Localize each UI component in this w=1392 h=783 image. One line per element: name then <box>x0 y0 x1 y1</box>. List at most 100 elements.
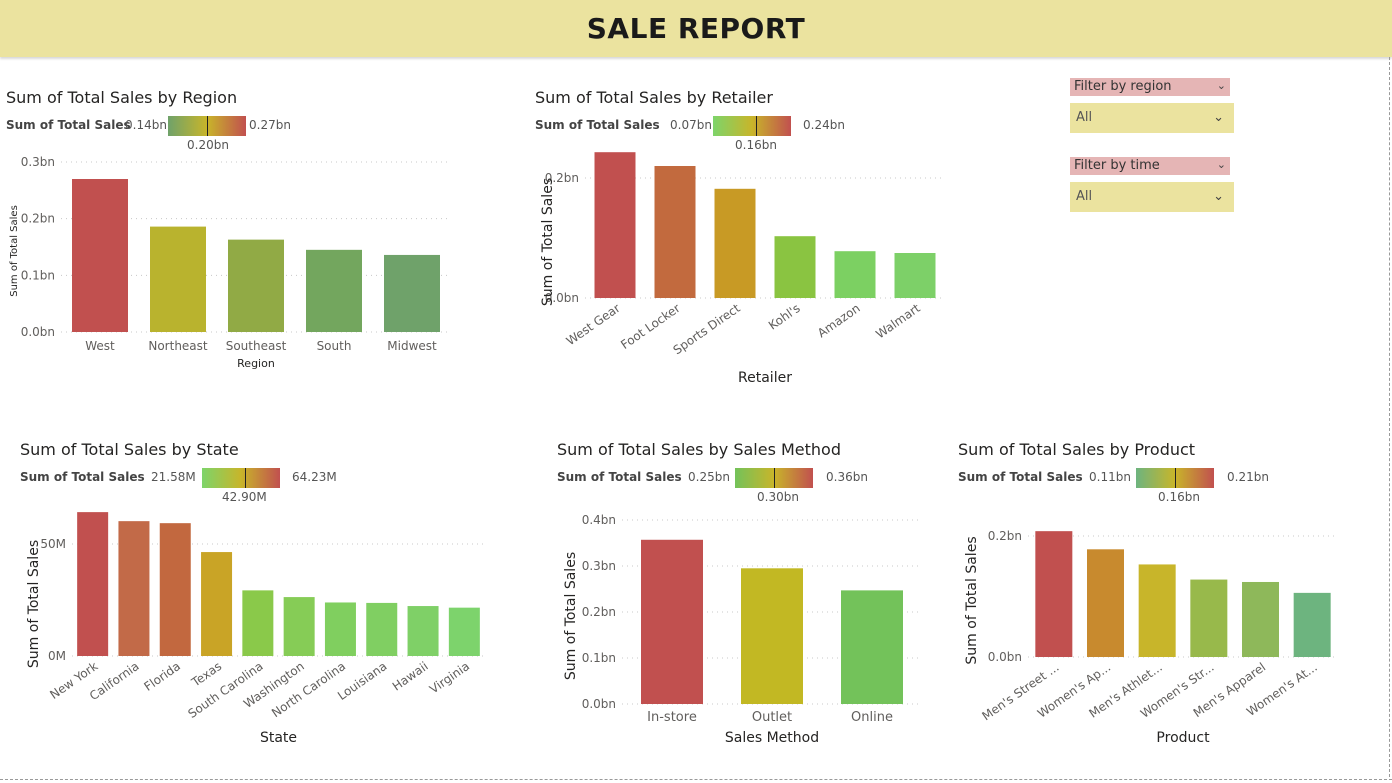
state-legend-mid-marker <box>244 468 246 488</box>
region-legend-label: Sum of Total Sales <box>6 118 131 132</box>
state-x-tick-label: Virginia <box>427 659 472 696</box>
product-sales-chart[interactable]: Sum of Total Sales by Product Sum of Tot… <box>958 440 1358 760</box>
product-y-axis-title: Sum of Total Sales <box>964 536 980 664</box>
state-legend-mid: 42.90M <box>222 490 267 504</box>
retailer-legend-max: 0.24bn <box>803 118 845 132</box>
product-x-axis-title: Product <box>1156 730 1210 746</box>
method-legend-mid: 0.30bn <box>757 490 799 504</box>
time-filter[interactable]: Filter by time ⌄ All ⌄ <box>1070 157 1234 213</box>
retailer-x-tick-label: Amazon <box>815 301 863 340</box>
product-chart-title: Sum of Total Sales by Product <box>958 440 1196 459</box>
region-legend-min: 0.14bn <box>125 118 167 132</box>
retailer-legend-gradient <box>713 116 791 136</box>
retailer-x-tick-label: Kohl's <box>766 301 803 333</box>
region-bar[interactable] <box>72 179 128 332</box>
method-legend-max: 0.36bn <box>826 470 868 484</box>
state-y-tick-label: 0M <box>48 649 66 663</box>
retailer-bar[interactable] <box>714 188 756 298</box>
region-legend-max: 0.27bn <box>249 118 291 132</box>
region-bar[interactable] <box>228 239 284 332</box>
product-chart-plot: 0.0bn0.2bnSum of Total SalesMen's Street… <box>964 529 1338 746</box>
chevron-down-icon[interactable]: ⌄ <box>1213 103 1224 133</box>
time-filter-label: Filter by time <box>1074 158 1160 173</box>
region-y-tick-label: 0.2bn <box>21 212 55 226</box>
region-x-tick-label: West <box>85 339 115 353</box>
state-x-tick-label: Hawaii <box>390 659 431 694</box>
method-bar[interactable] <box>841 590 903 704</box>
product-bar[interactable] <box>1190 579 1228 657</box>
region-sales-chart[interactable]: Sum of Total Sales by Region Sum of Tota… <box>6 88 486 388</box>
retailer-x-tick-label: Sports Direct <box>671 301 743 357</box>
method-bar[interactable] <box>641 539 703 704</box>
product-legend-min: 0.11bn <box>1089 470 1131 484</box>
product-bar[interactable] <box>1087 549 1124 657</box>
retailer-legend-label: Sum of Total Sales <box>535 118 660 132</box>
state-legend-min: 21.58M <box>151 470 196 484</box>
state-bar[interactable] <box>118 521 150 656</box>
method-bar[interactable] <box>741 568 803 704</box>
state-y-tick-label: 50M <box>40 537 66 551</box>
state-bar[interactable] <box>159 523 191 656</box>
retailer-x-tick-label: Walmart <box>873 301 923 342</box>
region-x-axis-title: Region <box>237 357 275 370</box>
region-filter-dropdown[interactable]: All ⌄ <box>1070 103 1234 133</box>
region-filter-header[interactable]: Filter by region ⌄ <box>1070 78 1230 96</box>
chevron-down-icon[interactable]: ⌄ <box>1217 156 1226 174</box>
method-chart-title: Sum of Total Sales by Sales Method <box>557 440 841 459</box>
chevron-down-icon[interactable]: ⌄ <box>1213 182 1224 212</box>
retailer-bar[interactable] <box>774 236 816 298</box>
state-legend-gradient <box>202 468 280 488</box>
state-legend-max: 64.23M <box>292 470 337 484</box>
state-bar[interactable] <box>448 607 480 656</box>
region-legend-mid-marker <box>207 116 208 136</box>
time-filter-value: All <box>1076 189 1093 204</box>
state-legend-label: Sum of Total Sales <box>20 470 145 484</box>
state-bar[interactable] <box>324 602 356 656</box>
state-bar[interactable] <box>242 590 274 656</box>
retailer-legend-mid-marker <box>755 116 757 136</box>
product-bar[interactable] <box>1035 531 1073 657</box>
region-x-tick-label: Northeast <box>148 339 208 353</box>
region-x-tick-label: Southeast <box>226 339 287 353</box>
method-x-tick-label: Outlet <box>752 710 792 725</box>
chevron-down-icon[interactable]: ⌄ <box>1217 77 1226 95</box>
state-sales-chart[interactable]: Sum of Total Sales by State Sum of Total… <box>20 440 500 760</box>
sales-method-chart[interactable]: Sum of Total Sales by Sales Method Sum o… <box>557 440 937 760</box>
retailer-bar[interactable] <box>654 166 696 298</box>
method-y-tick-label: 0.4bn <box>582 513 616 527</box>
state-bar[interactable] <box>201 552 233 656</box>
state-chart-plot: 0M50MSum of Total SalesNew YorkCaliforni… <box>26 512 485 746</box>
method-x-tick-label: Online <box>851 710 893 725</box>
retailer-x-axis-title: Retailer <box>738 370 792 386</box>
product-bar[interactable] <box>1242 581 1279 657</box>
region-legend-mid: 0.20bn <box>187 138 229 152</box>
region-y-tick-label: 0.0bn <box>21 325 55 339</box>
method-legend-label: Sum of Total Sales <box>557 470 682 484</box>
region-bar[interactable] <box>384 254 440 332</box>
state-x-tick-label: Florida <box>141 659 182 694</box>
method-y-tick-label: 0.3bn <box>582 559 616 573</box>
retailer-x-tick-label: West Gear <box>564 301 623 348</box>
state-x-axis-title: State <box>260 730 297 746</box>
state-bar[interactable] <box>366 602 398 656</box>
region-chart-plot: 0.0bn 0.1bn 0.2bn 0.3bn Sum of Total Sales We… <box>9 155 451 370</box>
retailer-y-axis-title: Sum of Total Sales <box>540 178 556 306</box>
retailer-sales-chart[interactable]: Sum of Total Sales by Retailer Sum of To… <box>535 88 955 388</box>
time-filter-header[interactable]: Filter by time ⌄ <box>1070 157 1230 175</box>
state-bar[interactable] <box>407 606 439 656</box>
region-filter[interactable]: Filter by region ⌄ All ⌄ <box>1070 78 1234 134</box>
right-divider <box>1389 57 1390 777</box>
retailer-bar[interactable] <box>834 251 876 298</box>
product-bar[interactable] <box>1293 592 1331 657</box>
region-filter-label: Filter by region <box>1074 79 1172 94</box>
state-bar[interactable] <box>283 597 315 656</box>
region-bar[interactable] <box>306 249 362 332</box>
region-bar[interactable] <box>150 226 206 332</box>
state-bar[interactable] <box>77 512 109 656</box>
region-chart-title: Sum of Total Sales by Region <box>6 88 238 107</box>
retailer-bar[interactable] <box>894 253 936 298</box>
region-x-tick-label: Midwest <box>387 339 437 353</box>
time-filter-dropdown[interactable]: All ⌄ <box>1070 182 1234 212</box>
product-bar[interactable] <box>1138 564 1176 657</box>
retailer-bar[interactable] <box>594 152 636 298</box>
